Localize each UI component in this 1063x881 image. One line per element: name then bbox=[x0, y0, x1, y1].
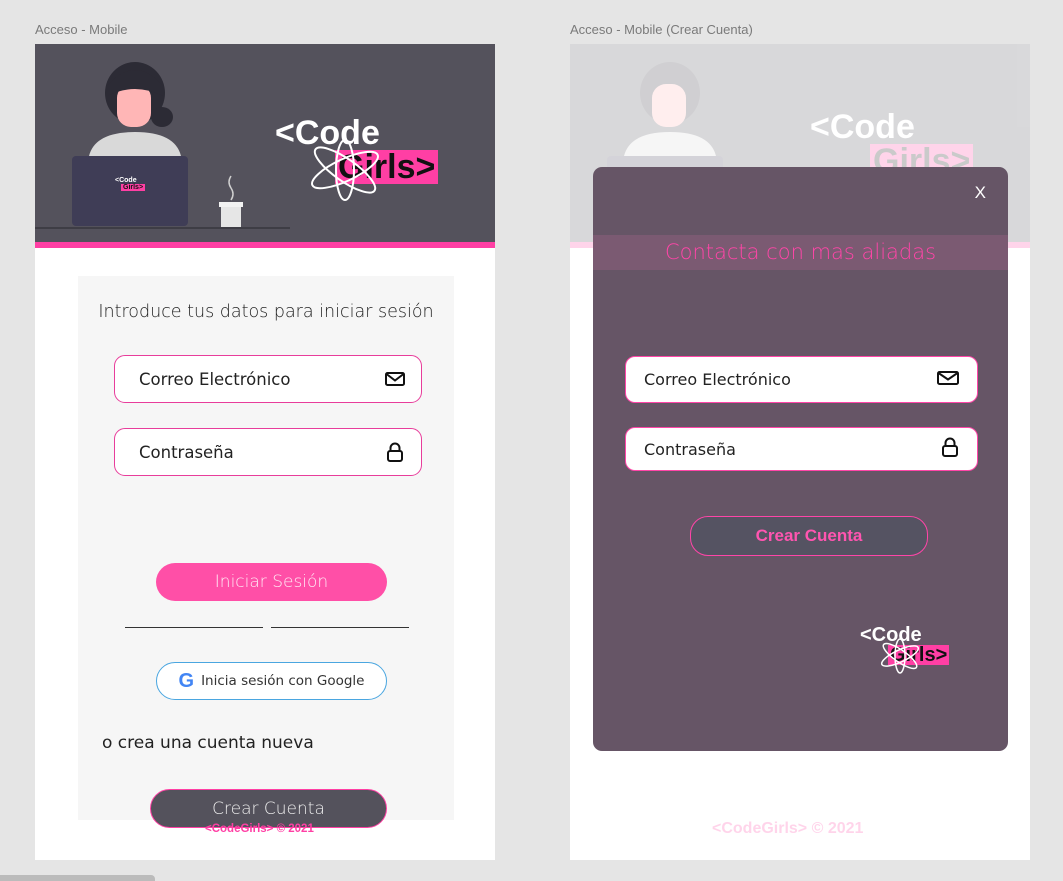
mail-icon bbox=[385, 369, 405, 389]
login-intro: Introduce tus datos para iniciar sesión bbox=[98, 302, 434, 322]
google-icon: G bbox=[178, 670, 195, 692]
lock-icon bbox=[385, 442, 405, 462]
modal-logo: <Code Girls> bbox=[860, 625, 950, 674]
codegirls-logo: <Code Girls> bbox=[275, 116, 439, 201]
hero-stripe bbox=[35, 242, 495, 248]
laptop-logo: <Code Girls> bbox=[115, 177, 146, 191]
password-field[interactable]: Contraseña bbox=[114, 428, 422, 476]
laptop-logo-line1: <Code bbox=[115, 177, 137, 184]
divider-right bbox=[271, 627, 409, 628]
dimmed-logo-line1: <Code bbox=[810, 108, 915, 146]
create-account-prompt: o crea una cuenta nueva bbox=[102, 733, 314, 753]
frame-label-signup: Acceso - Mobile (Crear Cuenta) bbox=[570, 22, 753, 37]
login-card: Introduce tus datos para iniciar sesión … bbox=[78, 276, 454, 828]
laptop-logo-line2: Girls> bbox=[121, 184, 146, 191]
atom-icon bbox=[311, 139, 379, 201]
hero-banner: <Code Girls> <Code Girls> bbox=[35, 44, 495, 242]
login-button[interactable]: Iniciar Sesión bbox=[156, 563, 387, 601]
email-field[interactable]: Correo Electrónico bbox=[114, 355, 422, 403]
footer-copyright-dimmed: <CodeGirls> © 2021 bbox=[712, 820, 864, 837]
divider-left bbox=[125, 627, 263, 628]
modal-close-button[interactable]: X bbox=[975, 183, 986, 203]
login-screen: <Code Girls> <Code Girls> Introduce tus … bbox=[35, 44, 495, 860]
signup-password-placeholder: Contraseña bbox=[644, 439, 736, 459]
signup-modal: X Contacta con mas aliadas Correo Electr… bbox=[593, 167, 1008, 751]
password-placeholder: Contraseña bbox=[139, 442, 234, 462]
bottom-scrollbar[interactable] bbox=[0, 875, 155, 881]
google-signin-button[interactable]: G Inicia sesión con Google bbox=[156, 662, 387, 700]
modal-title: Contacta con mas aliadas bbox=[664, 240, 937, 264]
signup-create-button[interactable]: Crear Cuenta bbox=[690, 516, 928, 556]
signup-email-field[interactable]: Correo Electrónico bbox=[625, 356, 978, 403]
signup-screen: <Code Girls> <CodeGirls> © 2021 X Contac… bbox=[570, 44, 1030, 860]
signup-email-placeholder: Correo Electrónico bbox=[644, 370, 791, 389]
footer-copyright: <CodeGirls> © 2021 bbox=[205, 823, 314, 835]
modal-atom-icon bbox=[880, 638, 920, 674]
signup-password-field[interactable]: Contraseña bbox=[625, 427, 978, 471]
mail-icon bbox=[937, 370, 959, 389]
lock-icon bbox=[941, 437, 959, 461]
google-signin-label: Inicia sesión con Google bbox=[201, 673, 365, 689]
email-placeholder: Correo Electrónico bbox=[139, 369, 291, 389]
frame-label-login: Acceso - Mobile bbox=[35, 22, 128, 37]
